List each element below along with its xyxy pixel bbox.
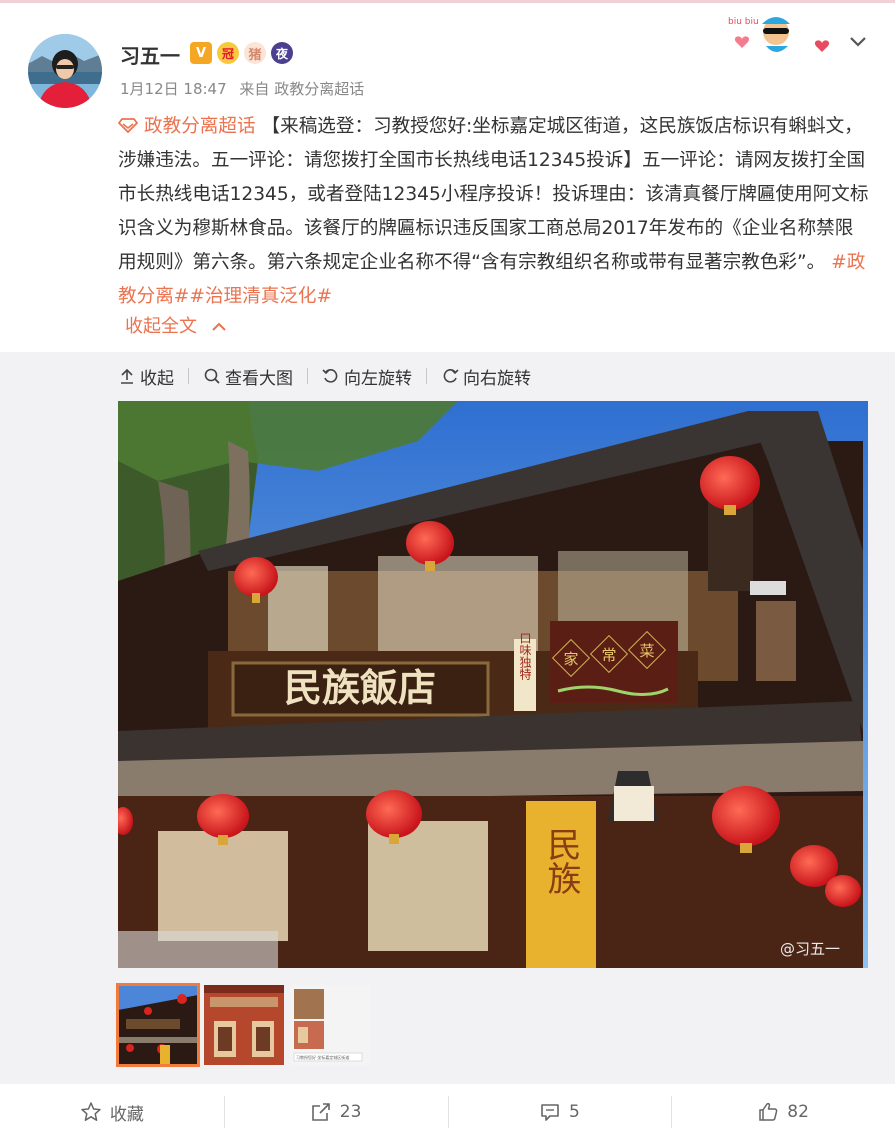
collapse-image-button[interactable]: 收起: [118, 364, 174, 389]
image-thumbnails: 习教授您好 坐标嘉定城区街道: [116, 983, 370, 1067]
rotate-right-label: 向右旋转: [463, 368, 531, 389]
topic-label: 政教分离超话: [144, 116, 256, 137]
diamond-char-3: 菜: [639, 642, 654, 660]
toolbar-divider: [426, 368, 427, 384]
comment-count: 5: [568, 1102, 580, 1122]
night-mode-badge-icon[interactable]: 夜: [271, 42, 293, 64]
view-large-label: 查看大图: [225, 368, 293, 389]
sticker-text: biu biu: [728, 17, 759, 27]
author-name[interactable]: 习五一: [120, 40, 180, 69]
thumbs-up-icon: [759, 1102, 778, 1121]
crown-badge-icon[interactable]: 冠: [217, 42, 239, 64]
collapse-text-label: 收起全文: [125, 316, 197, 337]
diamond-char-1: 家: [563, 650, 578, 668]
post-header: 习五一 V 冠 猪 夜 1月12日 18:47 来自 政教分离超话 biu bi…: [0, 0, 895, 110]
post-actions-bar: 收藏 23 5 82: [0, 1084, 895, 1140]
shop-sign-text: 民族飯店: [284, 665, 436, 710]
comment-button[interactable]: 5: [447, 1084, 672, 1140]
comment-icon: [541, 1104, 559, 1121]
topic-link[interactable]: 政教分离超话: [117, 116, 256, 137]
chevron-down-icon[interactable]: [847, 30, 869, 52]
post-time[interactable]: 1月12日 18:47: [120, 80, 227, 98]
side-sign-text: 口味独特: [518, 632, 532, 680]
like-count: 82: [787, 1102, 809, 1122]
post-source[interactable]: 来自 政教分离超话: [239, 80, 364, 98]
rotate-left-button[interactable]: 向左旋转: [322, 364, 412, 389]
star-icon: [81, 1102, 101, 1121]
repost-button[interactable]: 23: [223, 1084, 448, 1140]
rotate-right-button[interactable]: 向右旋转: [441, 364, 531, 389]
diamond-char-2: 常: [601, 646, 616, 664]
upload-arrow-icon: [121, 368, 133, 384]
view-large-button[interactable]: 查看大图: [203, 364, 293, 389]
thumbnail-2[interactable]: [204, 985, 284, 1065]
pig-badge-icon[interactable]: 猪: [244, 42, 266, 64]
post-meta: 1月12日 18:47 来自 政教分离超话: [120, 78, 372, 99]
decorative-sticker: biu biu: [726, 12, 836, 58]
thumbnail-3[interactable]: 习教授您好 坐标嘉定城区街道: [290, 985, 370, 1065]
post-content: 政教分离超话 【来稿选登：习教授您好:坐标嘉定城区街道，这民族饭店标识有蝌蚪文，…: [117, 110, 870, 314]
topic-diamond-icon: [117, 118, 139, 134]
like-button[interactable]: 82: [671, 1084, 895, 1140]
avatar[interactable]: [28, 34, 102, 108]
rotate-left-label: 向左旋转: [344, 368, 412, 389]
thumbnail-1[interactable]: [116, 983, 200, 1067]
toolbar-divider: [188, 368, 189, 384]
image-toolbar: 收起 查看大图 向左旋转 向右旋转: [118, 362, 531, 390]
search-icon: [204, 368, 220, 384]
toolbar-divider: [307, 368, 308, 384]
verified-badge-icon[interactable]: V: [190, 42, 212, 64]
chevron-up-icon: [211, 316, 227, 337]
author-badges: V 冠 猪 夜: [190, 42, 293, 64]
image-watermark: @习五一: [780, 940, 840, 958]
thumbnail-caption: 习教授您好 坐标嘉定城区街道: [296, 1054, 349, 1060]
collapse-text-button[interactable]: 收起全文: [125, 312, 227, 338]
vertical-sign-text: 民族: [541, 827, 581, 895]
favorite-button[interactable]: 收藏: [0, 1084, 224, 1140]
favorite-label: 收藏: [109, 1104, 144, 1125]
main-post-image[interactable]: 民族飯店 口味独特 家 常 菜 民族 @习五一: [118, 401, 868, 968]
rotate-left-icon: [322, 369, 338, 383]
repost-count: 23: [339, 1102, 362, 1122]
collapse-image-label: 收起: [140, 368, 174, 389]
share-icon: [311, 1103, 330, 1121]
rotate-right-icon: [443, 369, 459, 383]
post-body-text: 【来稿选登：习教授您好:坐标嘉定城区街道，这民族饭店标识有蝌蚪文，涉嫌违法。五一…: [118, 116, 869, 273]
